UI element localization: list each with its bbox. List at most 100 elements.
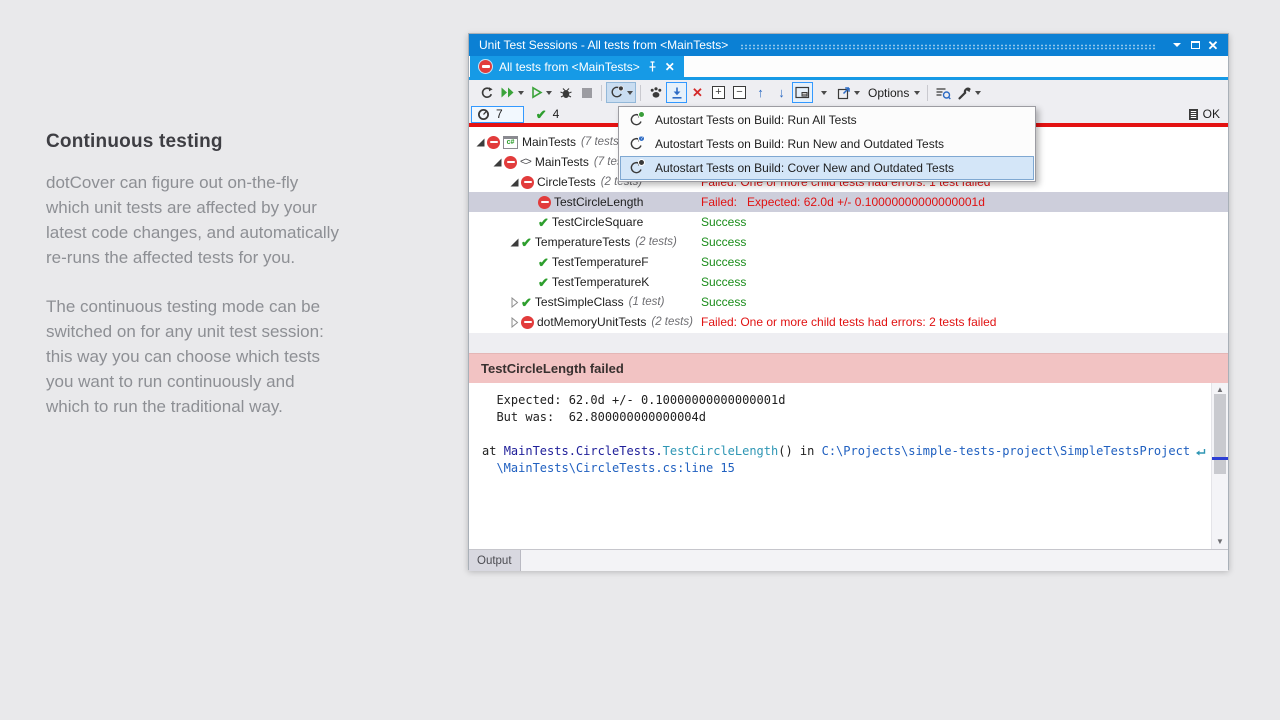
rerun-previous-tests-button[interactable] [476, 82, 497, 103]
stack-trace-segment: MainTests.CircleTests. [504, 444, 663, 458]
tree-expanded-icon[interactable] [492, 157, 503, 168]
session-tab-label: All tests from <MainTests> [499, 60, 640, 74]
next-test-button[interactable]: ↓ [771, 82, 792, 103]
tab-close-icon[interactable]: ✕ [665, 61, 675, 73]
previous-test-button[interactable]: ↑ [750, 82, 771, 103]
collapse-all-icon: − [733, 86, 746, 99]
chevron-down-icon [546, 91, 552, 95]
vertical-scrollbar[interactable]: ▲ ▼ [1211, 383, 1228, 549]
autostart-on-build-icon [609, 85, 624, 100]
tree-expander[interactable] [507, 297, 521, 308]
result-header-label: TestCircleLength failed [481, 361, 624, 376]
autostart-tests-on-build-button[interactable] [606, 82, 636, 103]
output-tab[interactable]: Output [469, 550, 521, 571]
stack-trace-segment: at [482, 444, 504, 458]
toolbar-separator [927, 85, 928, 101]
window-title: Unit Test Sessions - All tests from <Mai… [479, 38, 728, 52]
test-failed-icon [504, 156, 517, 169]
test-tree-row[interactable]: ✔TestTemperatureK Success [469, 272, 1228, 292]
options-button[interactable]: Options [863, 82, 923, 103]
window-titlebar[interactable]: Unit Test Sessions - All tests from <Mai… [469, 34, 1228, 56]
run-all-tests-button[interactable] [497, 82, 527, 103]
autostart-mode-badge [638, 159, 645, 166]
drag-handle-dots[interactable] [740, 44, 1156, 50]
preview-pane-toggle-button[interactable] [792, 82, 813, 103]
group-by-button[interactable] [932, 82, 954, 103]
export-button[interactable] [834, 82, 863, 103]
close-button[interactable]: ✕ [1204, 37, 1222, 53]
intro-panel: Continuous testing dotCover can figure o… [46, 131, 342, 443]
toolbar-separator [640, 85, 641, 101]
scroll-down-arrow-icon[interactable]: ▼ [1212, 535, 1228, 549]
track-running-test-icon [670, 86, 684, 100]
scrollbar-thumb[interactable] [1214, 394, 1226, 474]
tree-expander[interactable] [473, 137, 487, 148]
stack-trace-line [482, 426, 1198, 443]
pin-icon[interactable] [647, 61, 658, 73]
pane-splitter[interactable] [469, 333, 1228, 353]
tree-expander[interactable] [507, 177, 521, 188]
tree-expanded-icon[interactable] [475, 137, 486, 148]
stack-trace-segment [482, 461, 496, 475]
test-failed-icon [538, 196, 551, 209]
menu-item-label: Autostart Tests on Build: Run All Tests [655, 113, 857, 127]
tree-collapsed-icon[interactable] [509, 297, 520, 308]
maximize-icon [1191, 41, 1200, 49]
options-label: Options [866, 86, 911, 100]
tree-collapsed-icon[interactable] [509, 317, 520, 328]
test-name: CircleTests [537, 175, 596, 189]
tree-expander[interactable] [490, 157, 504, 168]
debug-tests-button[interactable] [555, 82, 576, 103]
autostart-menu-item[interactable]: Autostart Tests on Build: Cover New and … [620, 156, 1034, 180]
source-file-link[interactable]: \MainTests\CircleTests.cs:line 15 [496, 461, 734, 475]
autostart-dropdown-menu: Autostart Tests on Build: Run All Tests?… [618, 106, 1036, 182]
test-name: TestTemperatureK [552, 275, 649, 289]
total-tests-counter[interactable]: 7 [471, 106, 524, 123]
test-name: TemperatureTests [535, 235, 630, 249]
expand-all-button[interactable]: + [708, 82, 729, 103]
test-tree-row[interactable]: TestCircleLengthFailed: Expected: 62.0d … [469, 192, 1228, 212]
ok-status-label: OK [1203, 107, 1220, 121]
run-tests-button[interactable] [527, 82, 555, 103]
autostart-menu-item[interactable]: Autostart Tests on Build: Run All Tests [620, 108, 1034, 132]
test-tree-row[interactable]: ✔TestTemperatureFSuccess [469, 252, 1228, 272]
test-status-text: Success [701, 275, 746, 289]
run-all-icon [500, 86, 515, 99]
bottom-tab-row: Output [469, 549, 1228, 571]
test-name: dotMemoryUnitTests [537, 315, 646, 329]
test-failed-icon [521, 316, 534, 329]
test-tree-row[interactable]: ✔TemperatureTests(2 tests)Success [469, 232, 1228, 252]
window-menu-button[interactable] [1168, 37, 1186, 53]
tree-expanded-icon[interactable] [509, 237, 520, 248]
test-status-text: Failed: Expected: 62.0d +/- 0.1000000000… [701, 195, 985, 209]
track-running-test-button[interactable] [666, 82, 687, 103]
tree-expanded-icon[interactable] [509, 177, 520, 188]
chevron-down-icon [518, 91, 524, 95]
stop-tests-button[interactable] [576, 82, 597, 103]
session-tab[interactable]: All tests from <MainTests> ✕ [470, 56, 684, 77]
autostart-on-build-icon: ? [628, 136, 644, 152]
tree-expander[interactable] [507, 317, 521, 328]
autostart-menu-item[interactable]: ? Autostart Tests on Build: Run New and O… [620, 132, 1034, 156]
autostart-mode-badge [638, 111, 645, 118]
preview-pane-options-button[interactable] [813, 82, 834, 103]
scrollbar-position-marker [1212, 457, 1228, 460]
test-name: MainTests [535, 155, 589, 169]
collapse-all-button[interactable]: − [729, 82, 750, 103]
export-icon [837, 86, 851, 100]
test-tree-row[interactable]: ✔TestCircleSquareSuccess [469, 212, 1228, 232]
menu-item-label: Autostart Tests on Build: Run New and Ou… [655, 137, 944, 151]
remove-test-button[interactable]: ✕ [687, 82, 708, 103]
source-file-link[interactable]: C:\Projects\simple-tests-project\SimpleT… [822, 444, 1190, 458]
group-by-icon [935, 86, 951, 100]
maximize-button[interactable] [1186, 37, 1204, 53]
paw-icon [649, 86, 663, 99]
tree-expander[interactable] [507, 237, 521, 248]
dotmemory-unit-button[interactable] [645, 82, 666, 103]
test-success-icon: ✔ [521, 236, 532, 249]
test-tree-row[interactable]: dotMemoryUnitTests(2 tests)Failed: One o… [469, 312, 1228, 332]
test-tree-row[interactable]: ✔TestSimpleClass(1 test)Success [469, 292, 1228, 312]
settings-button[interactable] [954, 82, 984, 103]
test-success-icon: ✔ [538, 276, 549, 289]
chevron-down-icon [854, 91, 860, 95]
